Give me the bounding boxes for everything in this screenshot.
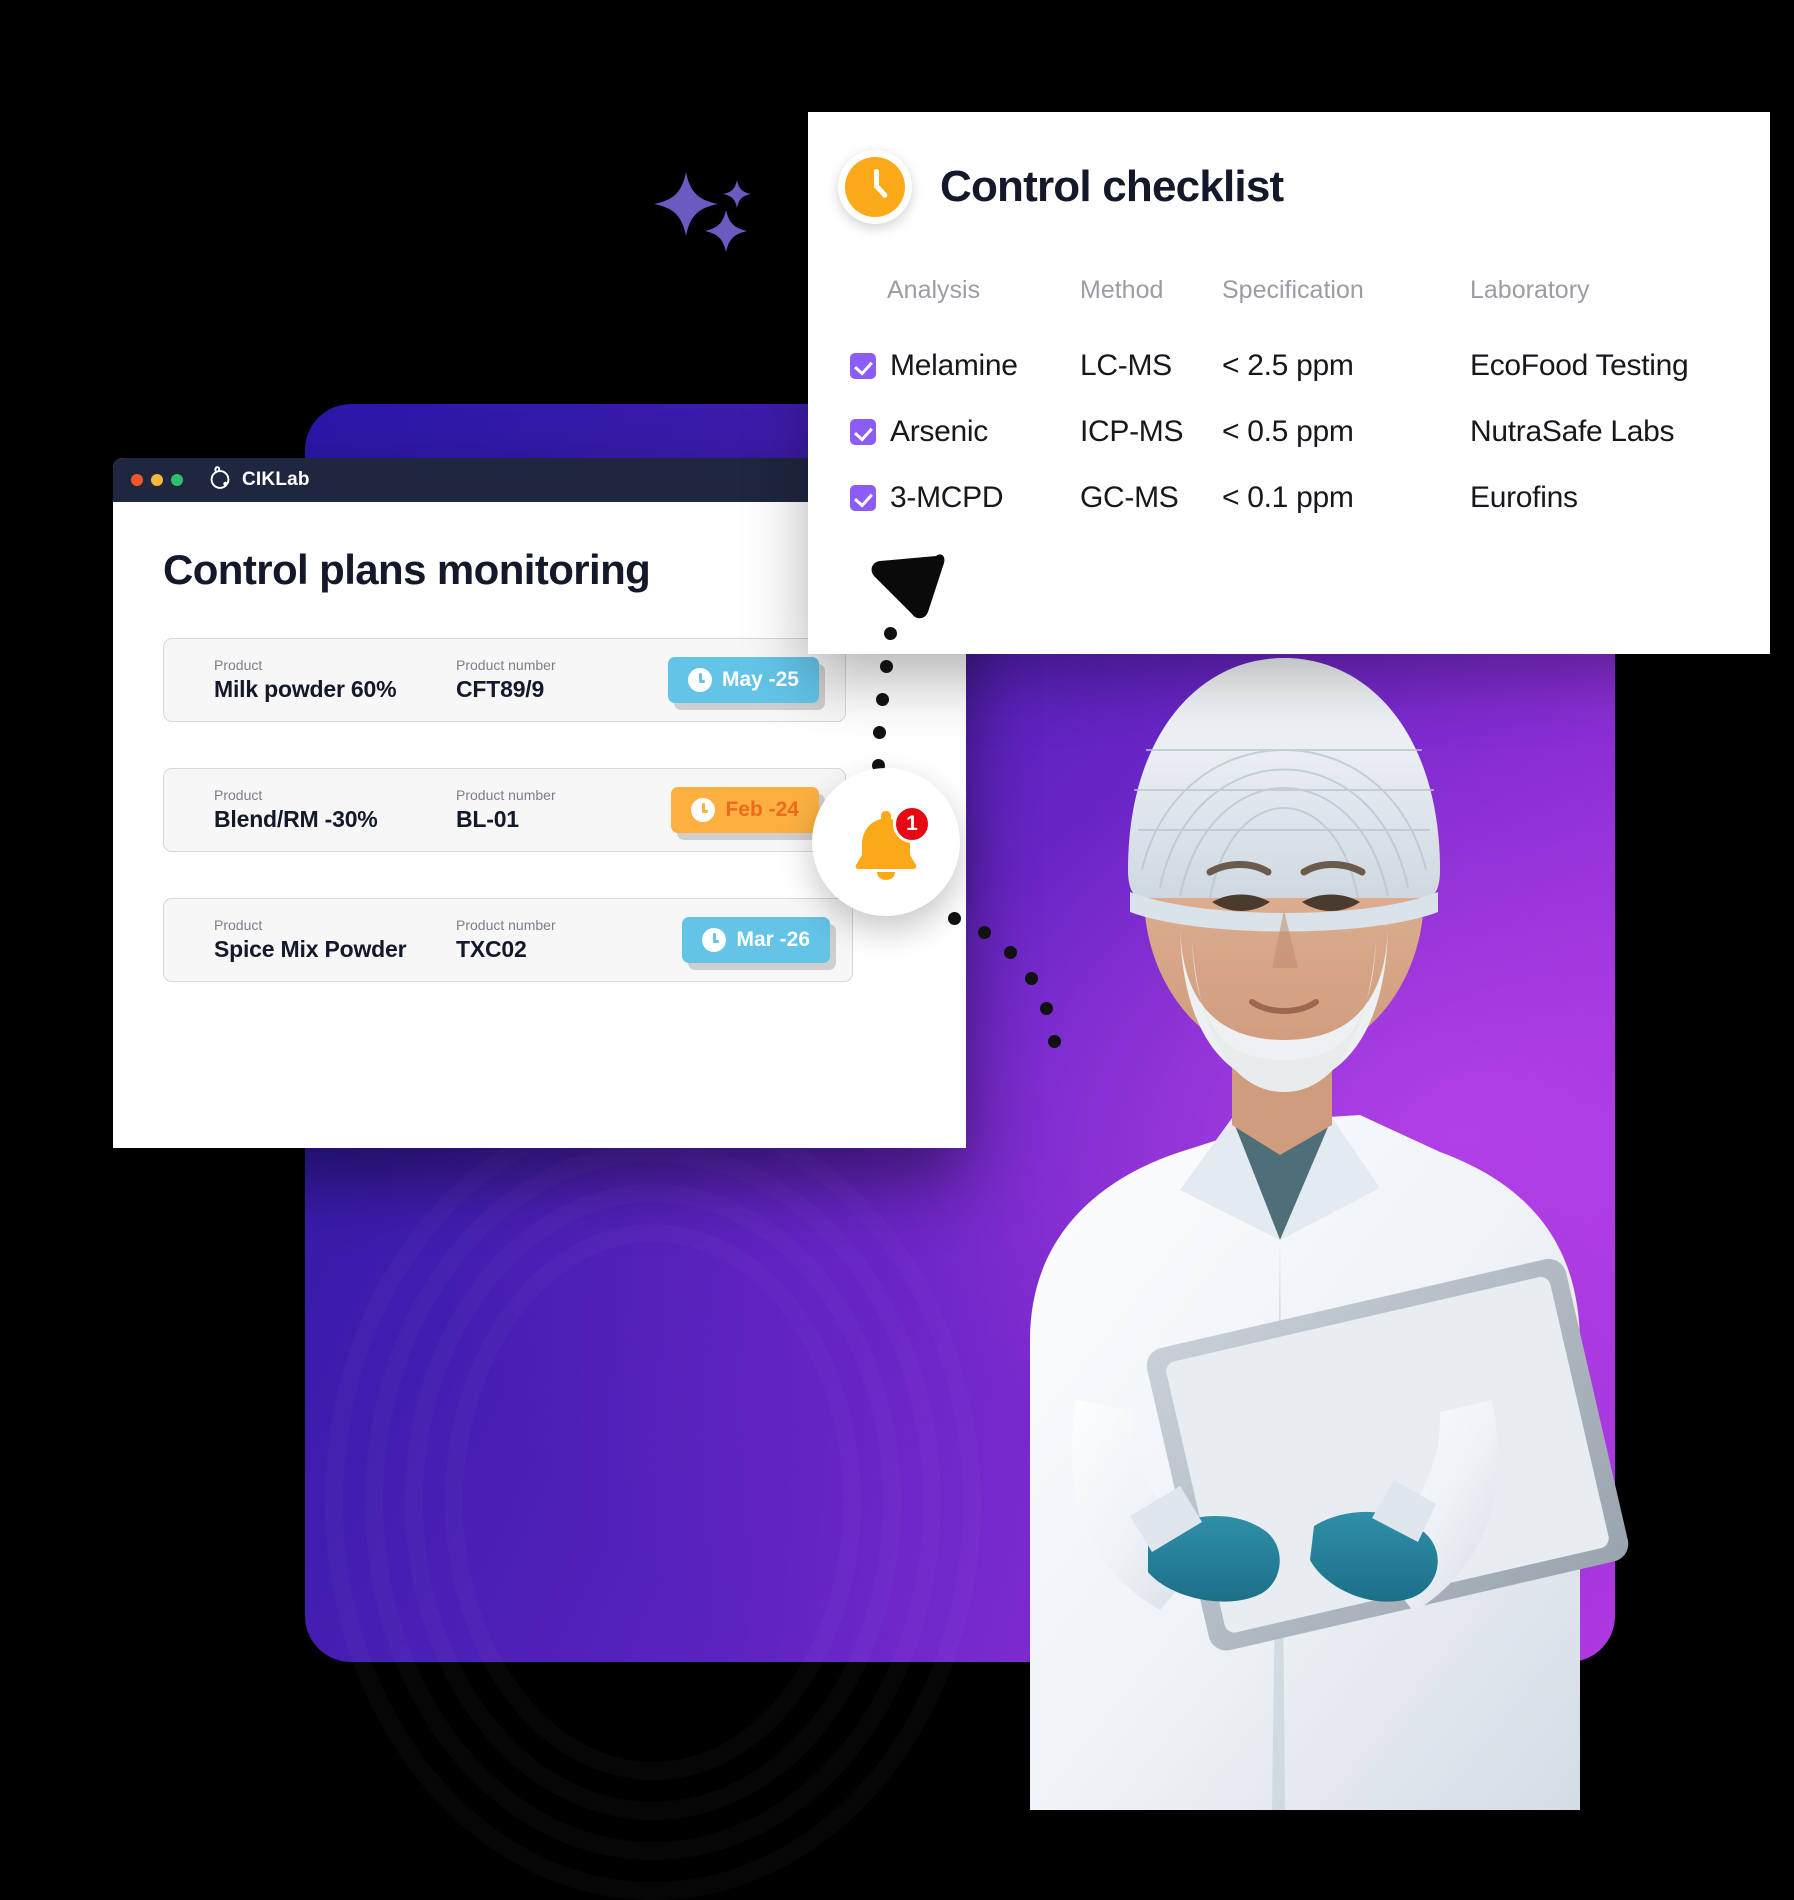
analysis-value: Arsenic <box>890 415 988 448</box>
product-number-value: BL-01 <box>456 806 519 833</box>
laboratory-value: Eurofins <box>1470 481 1578 514</box>
pointer-cursor-icon <box>862 538 946 622</box>
method-value: ICP-MS <box>1080 415 1184 448</box>
product-label: Product <box>214 917 263 934</box>
control-plan-row[interactable]: Product Blend/RM -30% Product number BL-… <box>163 768 846 852</box>
table-row[interactable]: Arsenic ICP-MS < 0.5 ppm NutraSafe Labs <box>850 415 1730 449</box>
product-number-field: Product number BL-01 <box>456 786 656 834</box>
hero-composition: CIKLab Control plans monitoring Product … <box>0 0 1794 1869</box>
product-number-field: Product number TXC02 <box>456 916 656 964</box>
product-number-value: CFT89/9 <box>456 676 545 703</box>
laboratory-value: EcoFood Testing <box>1470 349 1689 382</box>
product-number-label: Product number <box>456 657 556 674</box>
due-date-label: Feb -24 <box>725 798 799 821</box>
brand-logo[interactable]: CIKLab <box>207 465 310 496</box>
lab-technician-photo <box>880 540 1680 1810</box>
brand-name: CIKLab <box>242 469 310 490</box>
clock-icon <box>687 668 712 692</box>
checklist-table: Analysis Method Specification Laboratory… <box>850 276 1730 515</box>
column-header-specification: Specification <box>1222 276 1364 304</box>
checklist-title: Control checklist <box>940 162 1284 211</box>
specification-value: < 2.5 ppm <box>1222 349 1354 382</box>
laboratory-value: NutraSafe Labs <box>1470 415 1675 448</box>
checklist-header: Control checklist <box>808 112 1770 224</box>
row-checkbox[interactable] <box>850 419 876 445</box>
product-label: Product <box>214 787 263 804</box>
maximize-dot-icon[interactable] <box>171 474 183 486</box>
column-header-method: Method <box>1080 276 1164 304</box>
notification-count-badge: 1 <box>893 805 931 843</box>
due-date-badge[interactable]: May -25 <box>667 657 819 703</box>
minimize-dot-icon[interactable] <box>151 474 163 486</box>
row-checkbox[interactable] <box>850 353 876 379</box>
atom-circle-logo-icon <box>207 465 233 496</box>
product-number-value: TXC02 <box>456 936 527 963</box>
product-value: Blend/RM -30% <box>214 806 378 833</box>
product-value: Spice Mix Powder <box>214 936 407 963</box>
product-number-label: Product number <box>456 787 556 804</box>
product-number-label: Product number <box>456 917 556 934</box>
close-dot-icon[interactable] <box>131 474 143 486</box>
control-checklist-panel: Control checklist Analysis Method Specif… <box>808 112 1770 654</box>
table-row[interactable]: 3-MCPD GC-MS < 0.1 ppm Eurofins <box>850 481 1730 515</box>
specification-value: < 0.5 ppm <box>1222 415 1354 448</box>
due-date-label: May -25 <box>721 668 799 691</box>
due-date-badge[interactable]: Mar -26 <box>682 917 830 963</box>
notification-bubble[interactable]: 1 <box>812 768 960 916</box>
product-field: Product Spice Mix Powder <box>190 916 456 964</box>
product-value: Milk powder 60% <box>214 676 397 703</box>
product-number-field: Product number CFT89/9 <box>456 656 656 704</box>
sparkle-decoration-icon <box>650 160 770 270</box>
clock-icon <box>702 928 727 952</box>
due-date-label: Mar -26 <box>736 928 810 951</box>
control-plan-row[interactable]: Product Milk powder 60% Product number C… <box>163 638 846 722</box>
clock-icon <box>838 150 912 224</box>
table-row[interactable]: Melamine LC-MS < 2.5 ppm EcoFood Testing <box>850 349 1730 383</box>
bell-icon <box>847 811 925 885</box>
row-checkbox[interactable] <box>850 485 876 511</box>
window-traffic-lights[interactable] <box>131 474 183 486</box>
specification-value: < 0.1 ppm <box>1222 481 1354 514</box>
table-header-row: Analysis Method Specification Laboratory <box>850 276 1730 305</box>
due-date-badge[interactable]: Feb -24 <box>671 787 819 833</box>
control-plan-row[interactable]: Product Spice Mix Powder Product number … <box>163 898 853 982</box>
column-header-analysis: Analysis <box>887 276 981 304</box>
product-field: Product Blend/RM -30% <box>190 786 456 834</box>
column-header-laboratory: Laboratory <box>1470 276 1590 304</box>
clock-icon <box>691 798 716 822</box>
product-field: Product Milk powder 60% <box>190 656 456 704</box>
product-label: Product <box>214 657 263 674</box>
method-value: LC-MS <box>1080 349 1172 382</box>
analysis-value: 3-MCPD <box>890 481 1004 514</box>
analysis-value: Melamine <box>890 349 1018 382</box>
method-value: GC-MS <box>1080 481 1179 514</box>
decorative-arc <box>445 1224 861 1780</box>
